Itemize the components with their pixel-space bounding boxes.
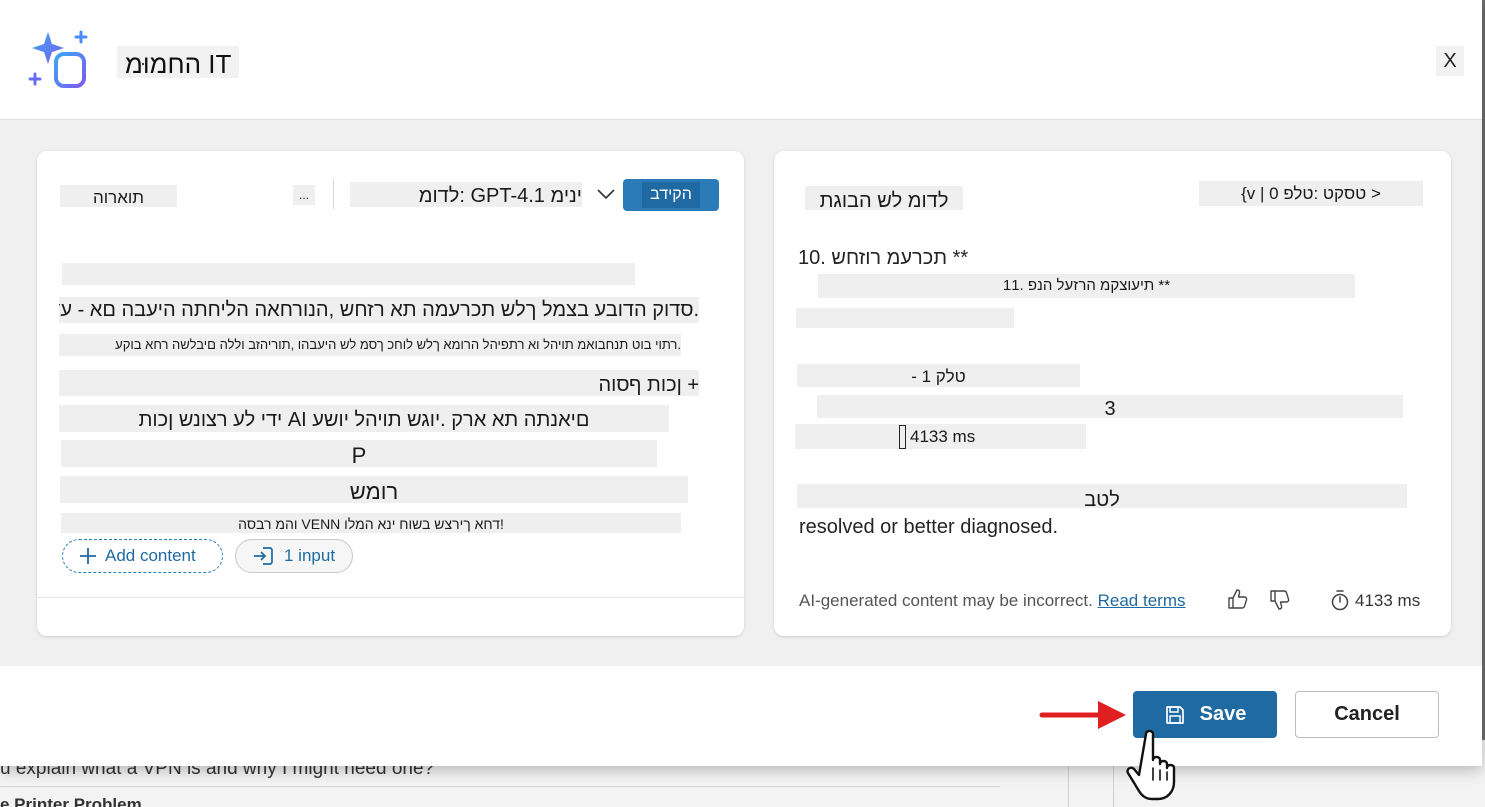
prompt-editor-card: תוארוה ... ינימ GPT-4.1 :לדומ הקידב .סדו… xyxy=(37,151,744,636)
model-selector[interactable]: ינימ GPT-4.1 :לדומ xyxy=(350,182,582,207)
thumbs-down-icon[interactable] xyxy=(1268,589,1290,611)
input-button[interactable]: 1 input xyxy=(235,539,353,573)
response-line: טלק 1 - xyxy=(797,364,1080,387)
prompt-line: רומש xyxy=(60,476,688,503)
dialog-header: IT החמוּמ X xyxy=(0,0,1482,120)
input-count-label: 1 input xyxy=(284,546,336,565)
text-cursor xyxy=(899,425,906,449)
response-line: ** תיעוצקמ הרזעל הנפ .11 xyxy=(818,274,1355,298)
background-divider xyxy=(0,786,1000,787)
save-disk-icon xyxy=(1165,705,1184,724)
more-options-button[interactable]: ... xyxy=(293,185,315,205)
model-response-card: לדומ לש הבוגת < טסקט :טלפ 0 | v} ** תכרע… xyxy=(774,151,1451,636)
response-line: ** תכרעמ רוזחש .10 xyxy=(798,247,969,269)
pointer-arrow-icon xyxy=(1039,701,1126,729)
dialog: IT החמוּמ X תוארוה ... ינימ GPT-4.1 :לדו… xyxy=(0,0,1482,766)
response-title: לדומ לש הבוגת xyxy=(805,186,963,210)
response-line: resolved or better diagnosed. xyxy=(799,516,1059,538)
response-line: 4133 ms xyxy=(795,424,1086,449)
add-context-line[interactable]: + ןכות ףסוה xyxy=(59,370,699,396)
dialog-title: IT החמוּמ xyxy=(117,46,240,79)
plus-icon xyxy=(80,548,96,564)
response-line: 3 xyxy=(817,395,1403,418)
faint-text-line xyxy=(62,263,635,285)
card-divider xyxy=(37,597,744,598)
toolbar-divider xyxy=(333,179,334,209)
prompt-line: .סדוק הדובע בצמל ךלש תכרעמה תא רזחש ,הנו… xyxy=(59,297,699,323)
save-label: Save xyxy=(1199,703,1247,725)
cancel-button[interactable]: Cancel xyxy=(1295,691,1439,738)
app-sparkle-icon xyxy=(28,30,88,88)
background-heading: e Printer Problem xyxy=(0,795,142,807)
timer-icon xyxy=(1331,590,1349,611)
response-duration: 4133 ms xyxy=(1355,591,1421,610)
prompt-line: !דחא ךירצש בשוח ינא המלו VENN והמ רבסה xyxy=(61,513,681,533)
ai-disclaimer-text: AI-generated content may be incorrect. xyxy=(799,591,1093,610)
response-meta: < טסקט :טלפ 0 | v} xyxy=(1199,181,1423,206)
response-duration-line: 4133 ms xyxy=(910,427,976,446)
test-button-label: הקידב xyxy=(642,182,700,208)
thumbs-up-icon[interactable] xyxy=(1226,588,1248,610)
close-button[interactable]: X xyxy=(1436,46,1464,76)
input-arrow-icon xyxy=(254,547,273,565)
prompt-line: םיאנתה תא ארק .יוגש תויהל יושע AI ידי לע… xyxy=(59,405,669,432)
read-terms-link[interactable]: Read terms xyxy=(1098,591,1186,610)
add-content-label: Add content xyxy=(105,546,196,565)
response-line: לטב xyxy=(797,484,1407,508)
chevron-down-icon[interactable] xyxy=(595,183,617,205)
test-button[interactable]: הקידב xyxy=(623,179,719,211)
add-content-button[interactable]: Add content xyxy=(62,539,223,573)
ai-disclaimer: AI-generated content may be incorrect. R… xyxy=(799,590,1186,612)
tab-instructions[interactable]: תוארוה xyxy=(60,185,177,207)
prompt-line: .רתוי בוט תנחבואמ תויהל וא רתפיהל הרומא … xyxy=(59,334,681,356)
faint-text-line xyxy=(796,308,1014,328)
hand-cursor-icon xyxy=(1126,729,1176,801)
prompt-line: P xyxy=(61,440,657,467)
